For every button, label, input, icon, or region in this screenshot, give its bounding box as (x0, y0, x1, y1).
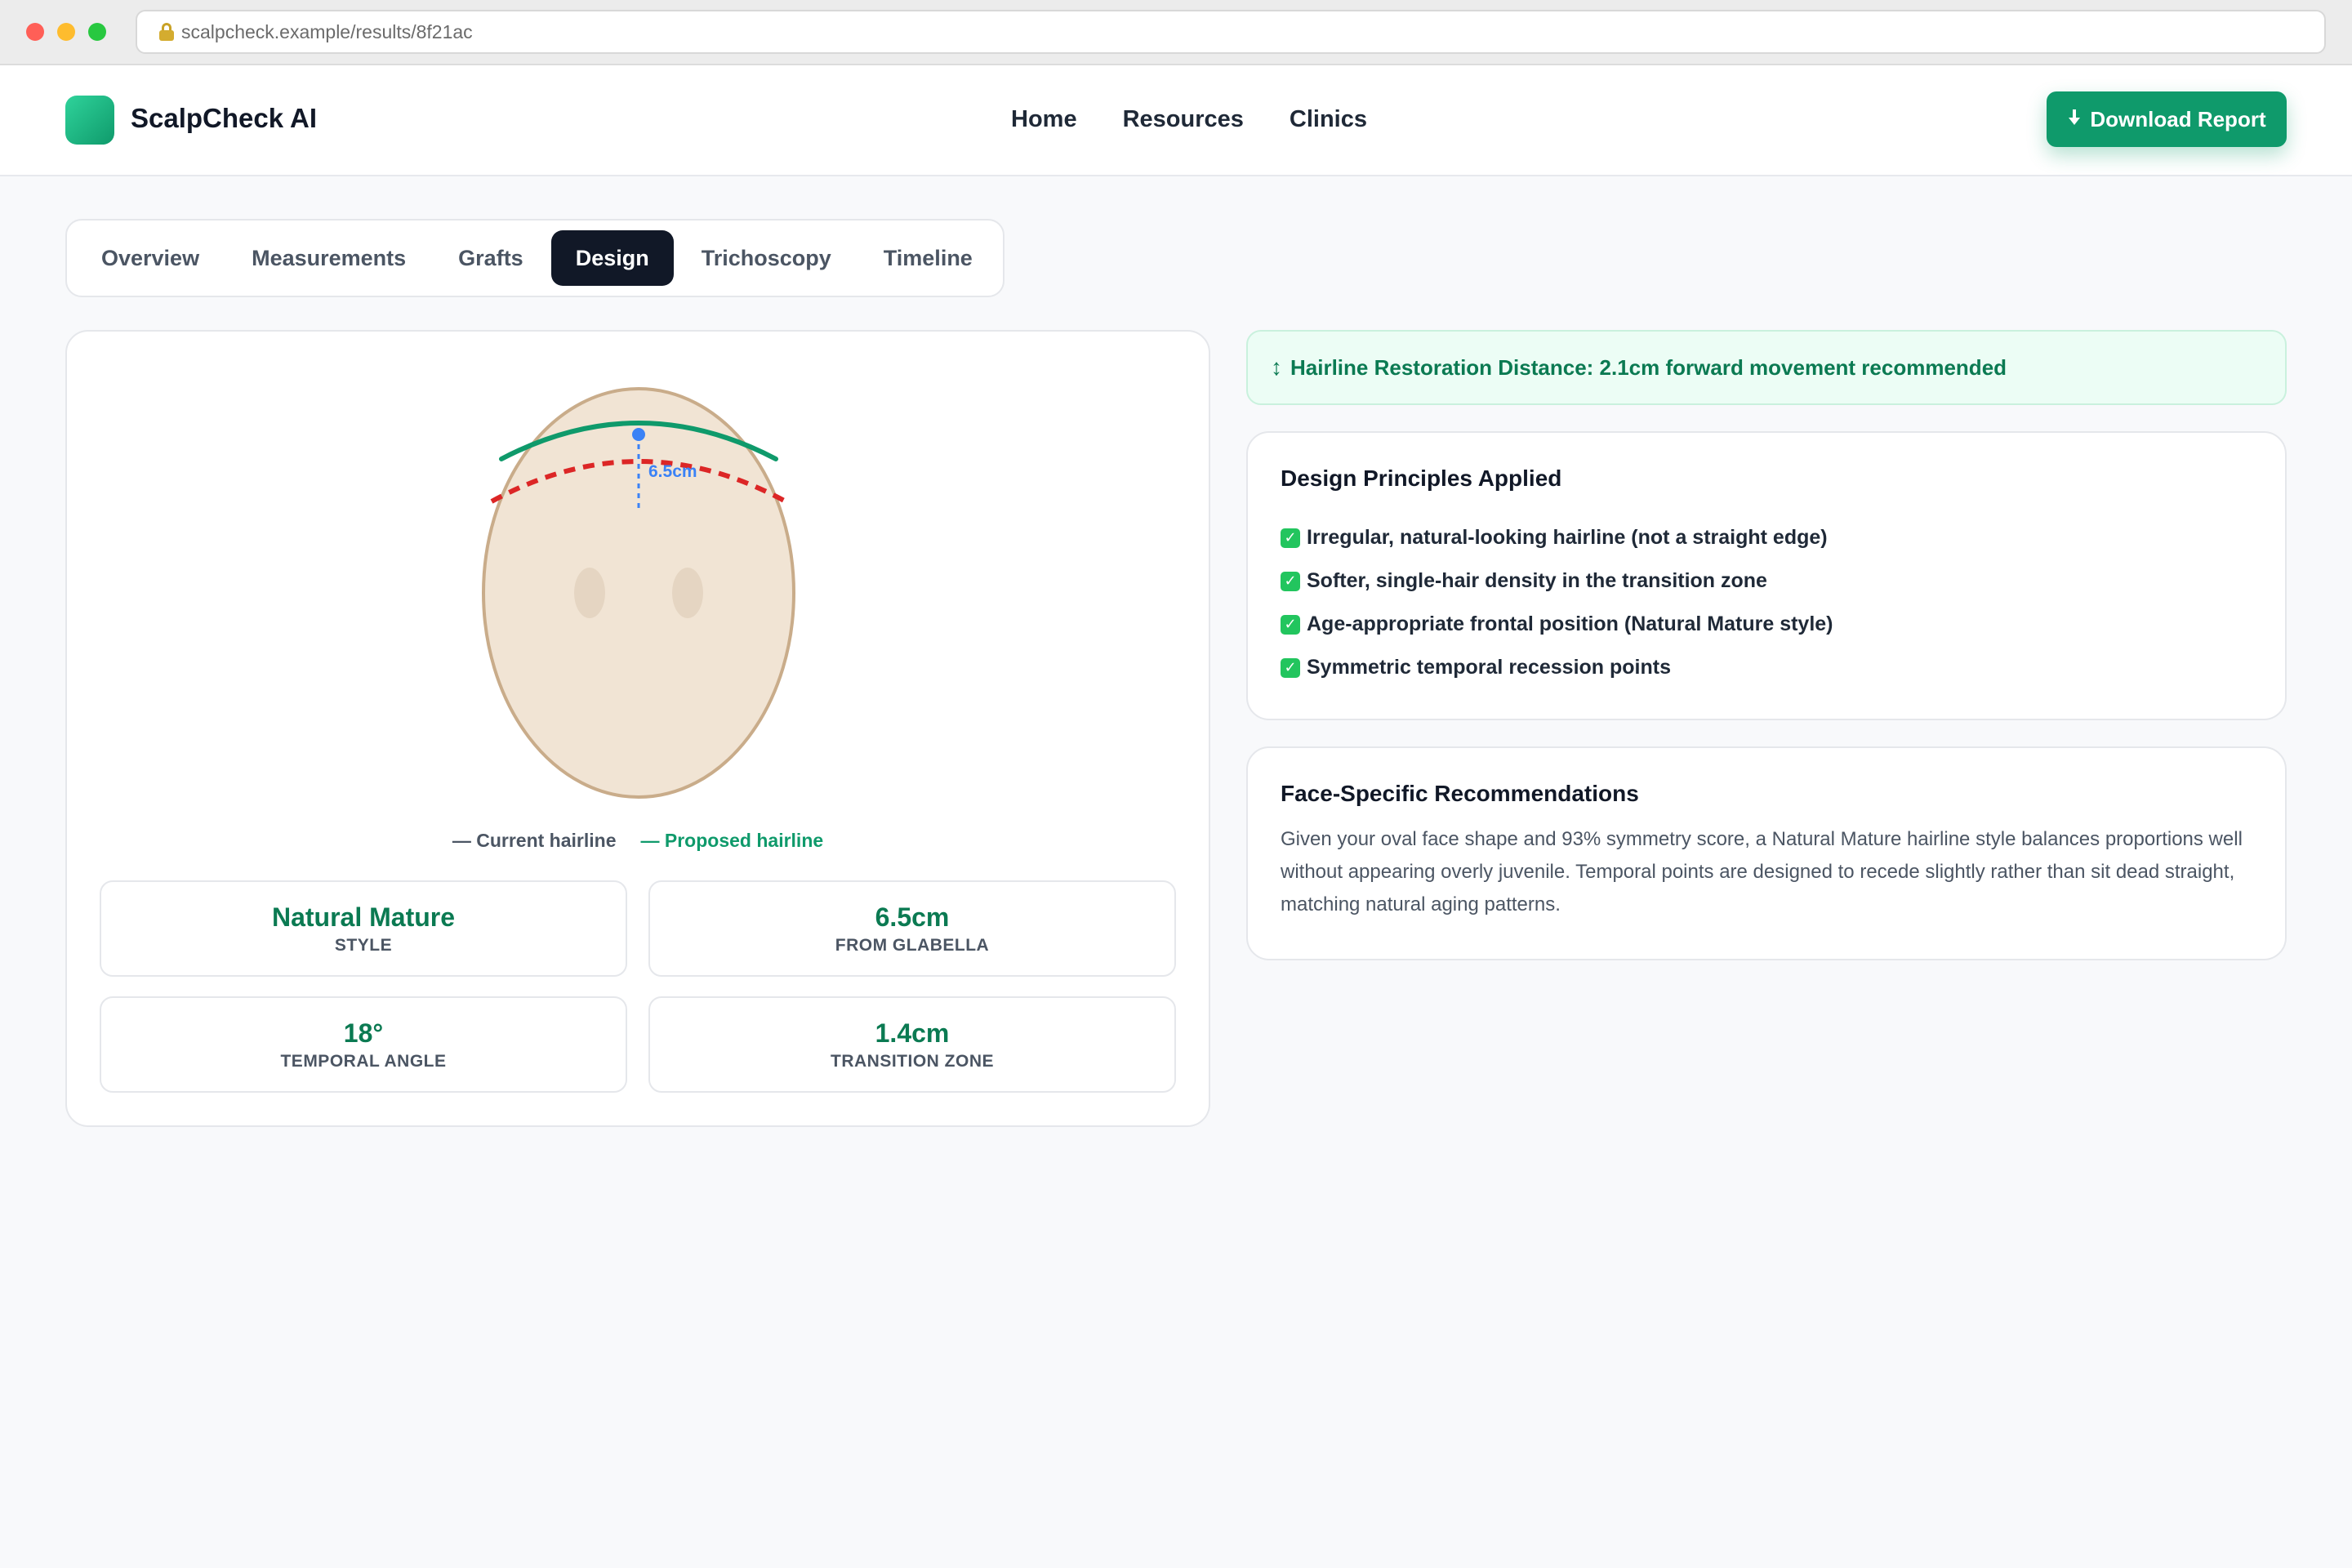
principle-item: ✓ Irregular, natural-looking hairline (n… (1281, 516, 2252, 559)
measurement-label: 6.5cm (648, 462, 697, 481)
tab-measurements[interactable]: Measurements (227, 230, 430, 286)
principle-text: Softer, single-hair density in the trans… (1307, 569, 1767, 592)
principle-text: Irregular, natural-looking hairline (not… (1307, 526, 1828, 549)
brand-logo-icon[interactable] (65, 96, 114, 145)
tab-grafts[interactable]: Grafts (434, 230, 548, 286)
maximize-window-button[interactable] (88, 23, 106, 41)
glabella-point (632, 428, 645, 441)
check-icon: ✓ (1281, 614, 1300, 635)
stat-label: TEMPORAL ANGLE (280, 1051, 447, 1071)
principle-item: ✓ Age-appropriate frontal position (Natu… (1281, 603, 2252, 646)
stat-label: STYLE (334, 935, 393, 955)
face-outline (482, 387, 795, 799)
diagram-legend: — Current hairline — Proposed hairline (67, 830, 1209, 852)
stat-value: Natural Mature (271, 902, 456, 932)
principle-item: ✓ Symmetric temporal recession points (1281, 646, 2252, 689)
legend-current-hairline: — Current hairline (452, 830, 617, 851)
banner-text: Hairline Restoration Distance: 2.1cm for… (1290, 354, 2007, 380)
download-report-label: Download Report (2090, 106, 2266, 131)
close-window-button[interactable] (26, 23, 44, 41)
check-icon: ✓ (1281, 571, 1300, 591)
principle-text: Age-appropriate frontal position (Natura… (1307, 612, 1833, 635)
stat-temporal-angle: 18° TEMPORAL ANGLE (100, 996, 627, 1093)
face-recommendations-title: Face-Specific Recommendations (1281, 781, 1639, 806)
stat-value: 6.5cm (875, 902, 950, 932)
stat-value: 1.4cm (875, 1018, 950, 1048)
check-icon: ✓ (1281, 657, 1300, 678)
stat-label: TRANSITION ZONE (831, 1051, 994, 1071)
restoration-distance-banner: ↕ Hairline Restoration Distance: 2.1cm f… (1246, 330, 2287, 405)
address-bar[interactable]: scalpcheck.example/results/8f21ac (136, 10, 2326, 54)
stat-from-glabella: 6.5cm FROM GLABELLA (648, 880, 1176, 977)
check-icon: ✓ (1281, 528, 1300, 548)
nav-resources-link[interactable]: Resources (1123, 106, 1244, 133)
main-nav: Home Resources Clinics (1011, 106, 1367, 133)
face-recommendations-card: Face-Specific Recommendations Given your… (1246, 746, 2287, 960)
url-text: scalpcheck.example/results/8f21ac (181, 20, 473, 42)
hairline-diagram: 6.5cm (482, 387, 795, 799)
tab-timeline[interactable]: Timeline (859, 230, 997, 286)
hairline-design-card: 6.5cm — Current hairline — Proposed hair… (65, 330, 1210, 1127)
tab-design[interactable]: Design (550, 230, 674, 286)
tab-trichoscopy[interactable]: Trichoscopy (677, 230, 856, 286)
stat-value: 18° (343, 1018, 384, 1048)
browser-chrome: scalpcheck.example/results/8f21ac (0, 0, 2352, 65)
nav-clinics-link[interactable]: Clinics (1290, 106, 1367, 133)
results-tabs: Overview Measurements Grafts Design Tric… (65, 219, 1004, 297)
nav-home-link[interactable]: Home (1011, 106, 1077, 133)
right-eye (672, 568, 703, 618)
legend-proposed-hairline: — Proposed hairline (640, 830, 824, 851)
stat-label: FROM GLABELLA (835, 935, 990, 955)
minimize-window-button[interactable] (57, 23, 75, 41)
vertical-arrows-icon: ↕ (1271, 354, 1282, 380)
stat-transition-zone: 1.4cm TRANSITION ZONE (648, 996, 1176, 1093)
design-principles-card: Design Principles Applied ✓ Irregular, n… (1246, 431, 2287, 720)
principle-item: ✓ Softer, single-hair density in the tra… (1281, 559, 2252, 603)
stat-style: Natural Mature STYLE (100, 880, 627, 977)
left-eye (574, 568, 605, 618)
app-header: ScalpCheck AI Home Resources Clinics Dow… (0, 65, 2352, 176)
download-icon (2067, 109, 2082, 129)
face-recommendations-text: Given your oval face shape and 93% symme… (1281, 828, 2243, 915)
design-principles-title: Design Principles Applied (1281, 466, 1562, 491)
lock-icon (158, 23, 175, 41)
principle-text: Symmetric temporal recession points (1307, 656, 1671, 679)
brand-name[interactable]: ScalpCheck AI (131, 103, 317, 134)
download-report-button[interactable]: Download Report (2047, 91, 2287, 147)
tab-overview[interactable]: Overview (77, 230, 224, 286)
